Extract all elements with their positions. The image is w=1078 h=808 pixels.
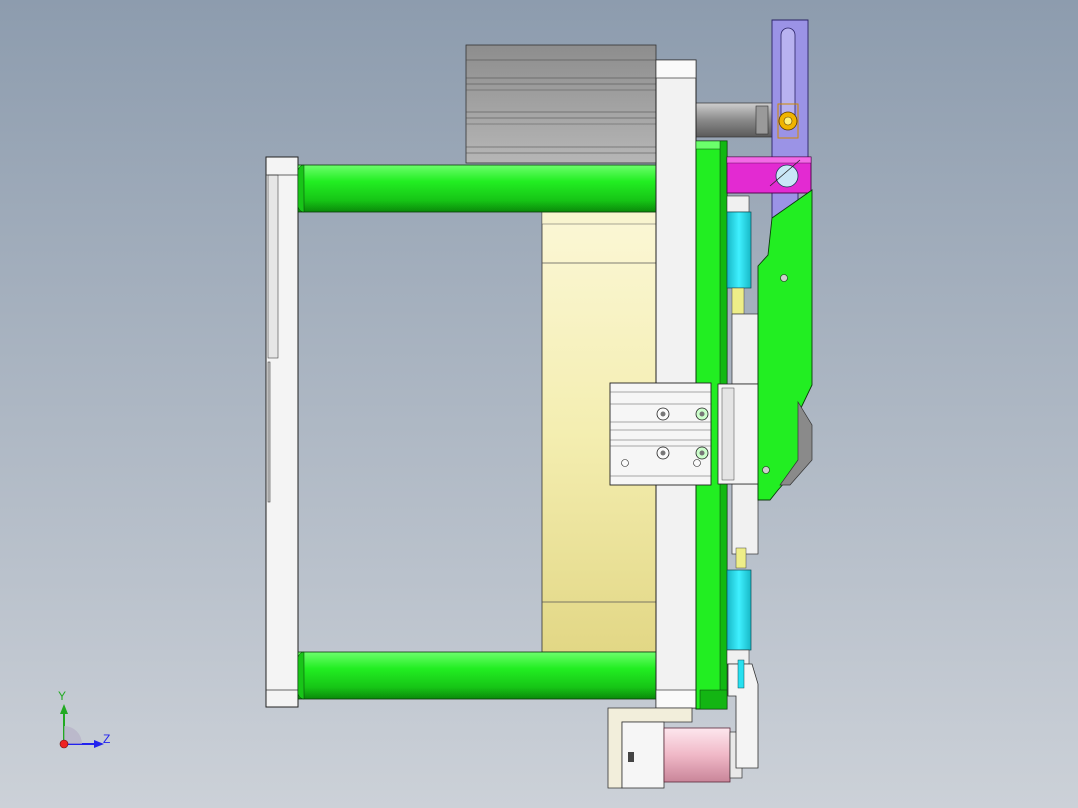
lower-guide-rod[interactable] xyxy=(297,651,659,700)
bolt-head xyxy=(621,459,629,467)
guided-air-cylinder[interactable] xyxy=(609,382,712,486)
clamp-pin xyxy=(775,164,799,188)
gray-piston-rod[interactable] xyxy=(695,102,777,138)
pink-actuator[interactable] xyxy=(621,721,743,789)
upper-guide-rod[interactable] xyxy=(297,164,659,213)
cad-viewport[interactable]: Y Z xyxy=(0,0,1078,808)
left-end-plate[interactable] xyxy=(265,156,299,708)
magenta-clamp-block[interactable] xyxy=(726,156,812,194)
lever-pivot-screw xyxy=(762,466,770,474)
y-axis-label: Y xyxy=(58,689,66,703)
slide-carriage[interactable] xyxy=(717,383,761,485)
actuator-port xyxy=(628,752,634,762)
cyan-lower-bushing[interactable] xyxy=(726,569,752,665)
gray-cylinder-block[interactable] xyxy=(465,44,657,164)
bolt-head xyxy=(693,459,701,467)
lever-pivot-screw xyxy=(780,274,788,282)
assembly-scene: Y Z xyxy=(0,0,1078,808)
z-axis-label: Z xyxy=(103,732,110,746)
